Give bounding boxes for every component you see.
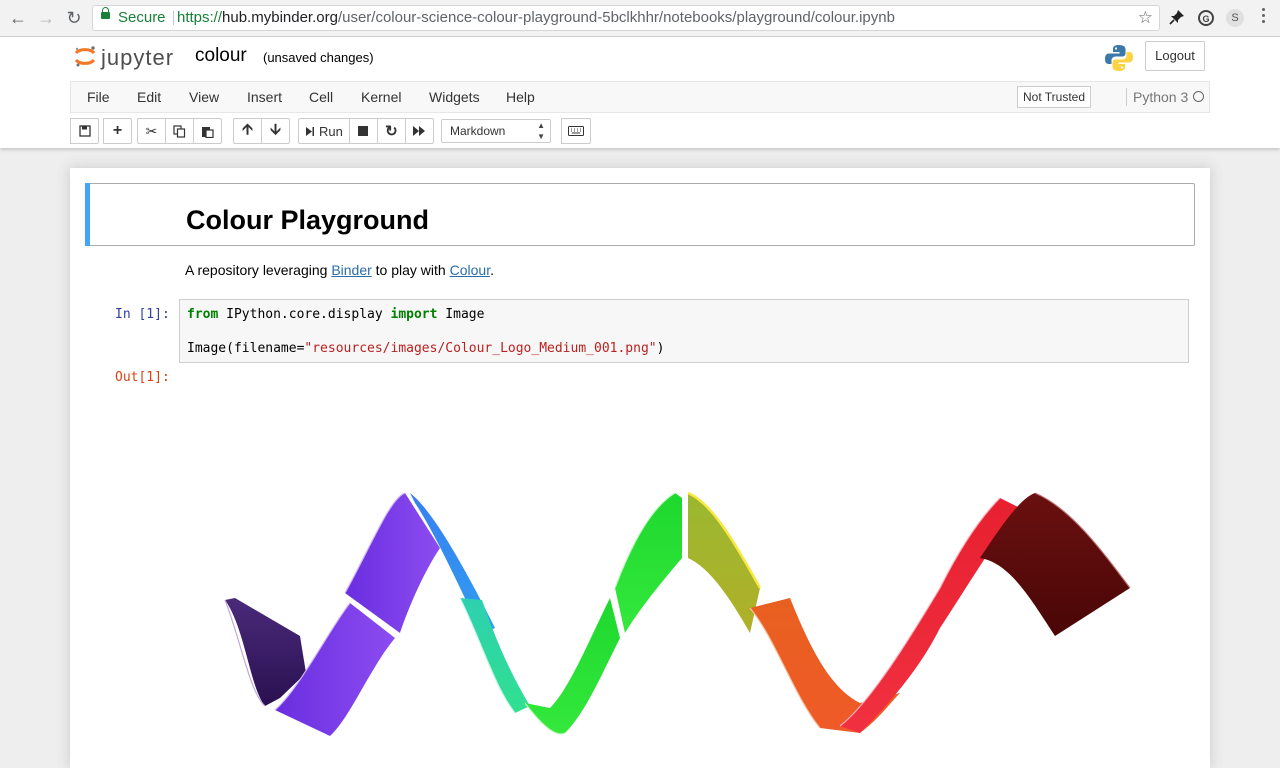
move-up-button[interactable]: 🡩 <box>233 118 262 144</box>
url-host: hub.mybinder.org <box>222 9 338 26</box>
keyword-from: from <box>187 307 219 322</box>
fast-forward-icon <box>413 126 426 136</box>
arrow-down-icon: 🡫 <box>270 120 281 138</box>
browser-toolbar: ← → ↻ Secure https://hub.mybinder.org/us… <box>0 0 1280 37</box>
shortcuts-group <box>561 118 591 144</box>
intro-suffix: . <box>490 262 494 278</box>
save-button[interactable] <box>70 118 99 144</box>
jupyter-logo-icon <box>74 46 96 67</box>
selected-markdown-cell[interactable]: Colour Playground <box>85 183 1195 246</box>
menu-kernel[interactable]: Kernel <box>361 82 401 112</box>
intro-prefix: A repository leveraging <box>185 262 332 278</box>
restart-run-all-button[interactable] <box>404 118 434 144</box>
jupyter-logo-text: jupyter <box>101 45 175 70</box>
arrow-up-icon: 🡩 <box>242 120 253 138</box>
run-group: Run ↻ <box>298 118 434 144</box>
code-call: Image(filename= <box>187 341 305 356</box>
session-extension-icon[interactable]: S <box>1226 9 1244 27</box>
kernel-idle-indicator-icon <box>1193 91 1204 102</box>
reload-icon[interactable]: ↻ <box>64 8 84 28</box>
move-down-button[interactable]: 🡫 <box>261 118 290 144</box>
colour-link[interactable]: Colour <box>450 262 490 278</box>
menu-widgets[interactable]: Widgets <box>429 82 480 112</box>
svg-text:G: G <box>1202 14 1209 24</box>
copy-icon <box>173 124 186 138</box>
keyword-import: import <box>390 307 438 322</box>
code-end: ) <box>656 341 665 356</box>
secure-label: Secure <box>118 9 166 26</box>
address-separator <box>173 11 174 25</box>
kernel-separator <box>1126 88 1127 106</box>
input-prompt: In [1]: <box>115 307 170 322</box>
plus-icon: + <box>112 122 123 139</box>
notebook-header: jupyter colour (unsaved changes) Logout … <box>0 37 1280 148</box>
menu-file[interactable]: File <box>87 82 110 112</box>
stop-icon <box>358 126 369 136</box>
paste-button[interactable] <box>193 118 222 144</box>
menu-edit[interactable]: Edit <box>137 82 161 112</box>
url-path: /user/colour-science-colour-playground-5… <box>337 9 895 26</box>
intro-paragraph: A repository leveraging Binder to play w… <box>185 262 494 278</box>
back-icon[interactable]: ← <box>8 8 28 28</box>
keyboard-icon <box>568 126 584 136</box>
restart-icon: ↻ <box>385 123 398 140</box>
insert-group: + <box>103 118 132 144</box>
notebook-heading: Colour Playground <box>186 205 429 235</box>
logout-button[interactable]: Logout <box>1145 41 1205 71</box>
menu-view[interactable]: View <box>189 82 219 112</box>
python-logo-icon <box>1105 45 1133 71</box>
output-prompt: Out[1]: <box>115 370 170 385</box>
code-line-2: Image(filename="resources/images/Colour_… <box>187 341 664 356</box>
notebook-name[interactable]: colour <box>195 45 247 67</box>
browser-menu-icon[interactable] <box>1262 8 1266 26</box>
cut-button[interactable]: ✂ <box>137 118 166 144</box>
select-arrows-icon: ▲ ▼ <box>537 121 545 141</box>
url-scheme: https:// <box>177 9 223 26</box>
menu-cell[interactable]: Cell <box>309 82 333 112</box>
restart-button[interactable]: ↻ <box>376 118 406 144</box>
intro-middle: to play with <box>371 262 450 278</box>
menu-insert[interactable]: Insert <box>247 82 282 112</box>
step-forward-icon <box>306 126 314 136</box>
paste-icon <box>202 126 214 138</box>
insert-cell-button[interactable]: + <box>103 118 132 144</box>
code-name: Image <box>437 307 485 322</box>
grammar-extension-icon[interactable]: G <box>1197 9 1215 27</box>
pin-extension-icon[interactable] <box>1168 9 1186 27</box>
code-line-1: from IPython.core.display import Image <box>187 307 484 322</box>
lock-icon <box>101 7 110 19</box>
run-label: Run <box>319 123 343 139</box>
binder-link[interactable]: Binder <box>331 262 371 278</box>
scissors-icon: ✂ <box>145 122 158 139</box>
move-group: 🡩 🡫 <box>233 118 290 144</box>
cell-type-value: Markdown <box>450 124 506 138</box>
menu-bar: File Edit View Insert Cell Kernel Widget… <box>70 81 1210 113</box>
address-bar[interactable]: Secure https://hub.mybinder.org/user/col… <box>92 5 1160 31</box>
floppy-icon <box>78 125 91 137</box>
bookmark-star-icon[interactable]: ☆ <box>1138 6 1153 30</box>
menu-help[interactable]: Help <box>506 82 535 112</box>
copy-button[interactable] <box>165 118 194 144</box>
colour-logo-image <box>224 491 1131 736</box>
notebook-container: Colour Playground A repository leveragin… <box>70 168 1210 768</box>
kernel-name: Python 3 <box>1133 89 1189 105</box>
jupyter-logo[interactable]: jupyter <box>74 45 184 73</box>
cell-type-select[interactable]: Markdown ▲ ▼ <box>441 119 551 143</box>
notebook-toolbar: + ✂ 🡩 🡫 Run ↻ Markdown ▲ ▼ <box>70 118 1210 144</box>
code-cell-editor[interactable]: from IPython.core.display import Image I… <box>179 299 1189 363</box>
trust-indicator-button[interactable]: Not Trusted <box>1017 86 1092 108</box>
command-palette-button[interactable] <box>561 118 591 144</box>
interrupt-button[interactable] <box>348 118 378 144</box>
run-button[interactable]: Run <box>298 118 350 144</box>
clipboard-group: ✂ <box>137 118 222 144</box>
save-group <box>70 118 99 144</box>
code-module: IPython.core.display <box>218 307 391 322</box>
save-status: (unsaved changes) <box>263 50 374 65</box>
url-text: https://hub.mybinder.org/user/colour-sci… <box>177 6 895 30</box>
code-string: "resources/images/Colour_Logo_Medium_001… <box>304 341 657 356</box>
forward-icon[interactable]: → <box>36 8 56 28</box>
